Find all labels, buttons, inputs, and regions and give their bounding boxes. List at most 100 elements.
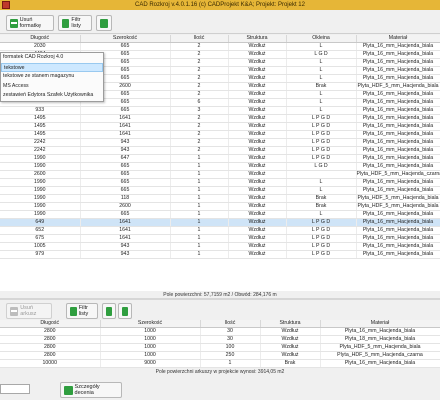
- splitter[interactable]: [0, 298, 440, 300]
- table-cell: Plyta_16_mm_Hacjenda_biala: [356, 66, 440, 75]
- table-row[interactable]: 1990 665 1 Wzdłuż L Plyta_16_mm_Hacjenda_bial…: [0, 210, 440, 219]
- table-row[interactable]: 1990 118 1 Wzdłuż Brak Plyta_HDF_5_mm_Hacjend…: [0, 194, 440, 203]
- table-cell: Plyta_16_mm_Hacjenda_biala: [356, 122, 440, 131]
- delete-formatka-button[interactable]: Usuń formatkę: [6, 15, 54, 31]
- table-cell: Plyta_16_mm_Hacjenda_biala: [356, 58, 440, 67]
- table-row[interactable]: 1495 1641 2 Wzdłuż L P G D Plyta_16_mm_Hacjen…: [0, 114, 440, 123]
- menu-item-edytor-szafek[interactable]: zestawień Edytora Szafek Użytkownika: [1, 91, 103, 101]
- table-cell: 943: [80, 242, 171, 251]
- col-szerokosc[interactable]: Szerokość: [100, 320, 201, 328]
- col-struktura[interactable]: Struktura: [260, 320, 321, 328]
- table-row[interactable]: 2242 943 2 Wzdłuż L P G D Plyta_16_mm_Hacjend…: [0, 146, 440, 155]
- table-row[interactable]: 933 665 3 Wzdłuż L Plyta_16_mm_Hacjenda_biala: [0, 106, 440, 115]
- menu-item-cad-rozkroj[interactable]: formatek CAD Rozkroj 4.0: [1, 53, 103, 63]
- table-cell: 2: [170, 50, 229, 59]
- table-row[interactable]: 1495 1641 2 Wzdłuż L P G D Plyta_16_mm_Hacjen…: [0, 122, 440, 131]
- table-cell: Wzdłuż: [228, 250, 287, 259]
- table-row[interactable]: 2800 1000 100 Wzdłuż Plyta_HDF_5_mm_Hacjenda…: [0, 343, 440, 352]
- table-cell: Wzdłuż: [228, 82, 287, 91]
- table-cell: Brak: [260, 359, 321, 368]
- number-input[interactable]: [0, 384, 30, 394]
- table-cell: Wzdłuż: [228, 210, 287, 219]
- export-sheets-button[interactable]: [102, 303, 116, 319]
- table-cell: L: [286, 178, 357, 187]
- table-cell: L: [286, 42, 357, 51]
- col-ilosc[interactable]: Ilość: [200, 320, 261, 328]
- table-cell: Wzdłuż: [260, 351, 321, 360]
- table-cell: 1641: [80, 234, 171, 243]
- filter-list-button[interactable]: Filtr listy: [58, 15, 92, 31]
- table-header: Długość Szerokość Ilość Struktura Oklein…: [0, 35, 440, 43]
- table-cell: 30: [200, 335, 261, 344]
- table-row[interactable]: 1990 665 1 Wzdłuż L G D Plyta_16_mm_Hacjenda_…: [0, 162, 440, 171]
- export-icon: [106, 306, 112, 316]
- table-row[interactable]: 2800 1000 30 Wzdłuż Plyta_18_mm_Hacjenda_bia…: [0, 335, 440, 344]
- table-row[interactable]: 2242 943 2 Wzdłuż L P G D Plyta_16_mm_Hacjend…: [0, 138, 440, 147]
- table-cell: Plyta_16_mm_Hacjenda_biala: [356, 210, 440, 219]
- table-cell: L G D: [286, 162, 357, 171]
- table-cell: L: [286, 58, 357, 67]
- table-cell: Plyta_16_mm_Hacjenda_biala: [356, 114, 440, 123]
- col-okleina[interactable]: Okleina: [286, 35, 357, 43]
- col-dlugosc[interactable]: Długość: [0, 35, 81, 43]
- export-button[interactable]: [96, 15, 112, 31]
- table-cell: L: [286, 66, 357, 75]
- table-row[interactable]: 1990 665 1 Wzdłuż L Plyta_16_mm_Hacjenda_bial…: [0, 178, 440, 187]
- table-cell: Wzdłuż: [260, 343, 321, 352]
- col-ilosc[interactable]: Ilość: [170, 35, 229, 43]
- table-cell: Plyta_HDF_5_mm_Hacjenda_biala: [356, 202, 440, 211]
- table-row[interactable]: 649 1641 1 Wzdłuż L P G D Plyta_16_mm_Hacjend…: [0, 218, 440, 227]
- table-row[interactable]: 2600 665 1 Wzdłuż Plyta_HDF_5_mm_Hacjenda_cz…: [0, 170, 440, 179]
- table-row[interactable]: 2030 665 2 Wzdłuż L Plyta_16_mm_Hacjenda_bial…: [0, 42, 440, 51]
- table-cell: 118: [80, 194, 171, 203]
- menu-item-tekstowe-magazyn[interactable]: tekstowe ze stanem magazynu: [1, 72, 103, 82]
- details-icon: [64, 385, 73, 395]
- table-row[interactable]: 1990 665 1 Wzdłuż L Plyta_16_mm_Hacjenda_bial…: [0, 186, 440, 195]
- table-row[interactable]: 1990 2600 1 Wzdłuż Brak Plyta_HDF_5_mm_Hacjen…: [0, 202, 440, 211]
- table-cell: Wzdłuż: [228, 42, 287, 51]
- table-row[interactable]: 2800 1000 250 Wzdłuż Plyta_HDF_5_mm_Hacjenda…: [0, 351, 440, 360]
- col-dlugosc[interactable]: Długość: [0, 320, 101, 328]
- table-cell: 100: [200, 343, 261, 352]
- table-cell: 2242: [0, 146, 81, 155]
- table-cell: L P G D: [286, 242, 357, 251]
- table-cell: Plyta_16_mm_Hacjenda_biala: [356, 90, 440, 99]
- menu-item-ms-access[interactable]: MS Access: [1, 82, 103, 92]
- table-cell: Plyta_HDF_5_mm_Hacjenda_biala: [356, 194, 440, 203]
- table-cell: 1: [170, 242, 229, 251]
- filter-icon: [62, 18, 70, 28]
- col-szerokosc[interactable]: Szerokość: [80, 35, 171, 43]
- table-row[interactable]: 675 1641 1 Wzdłuż L P G D Plyta_16_mm_Hacjend…: [0, 234, 440, 243]
- details-button[interactable]: Szczegóły decenia: [60, 382, 122, 398]
- table-cell: 1990: [0, 194, 81, 203]
- table-cell: L: [286, 186, 357, 195]
- table-row[interactable]: 979 943 1 Wzdłuż L P G D Plyta_16_mm_Hacjenda…: [0, 250, 440, 259]
- table-cell: Plyta_16_mm_Hacjenda_biala: [356, 218, 440, 227]
- col-material[interactable]: Materiał: [356, 35, 440, 43]
- table-cell: 2242: [0, 138, 81, 147]
- table-row[interactable]: 2800 1000 30 Wzdłuż Plyta_16_mm_Hacjenda_bia…: [0, 327, 440, 336]
- table-cell: Plyta_16_mm_Hacjenda_biala: [356, 234, 440, 243]
- table-row[interactable]: 1495 1641 2 Wzdłuż L P G D Plyta_16_mm_Hacjen…: [0, 130, 440, 139]
- table-cell: 1: [170, 234, 229, 243]
- table-cell: L P G D: [286, 226, 357, 235]
- refresh-sheets-button[interactable]: [118, 303, 132, 319]
- table-row[interactable]: 1005 943 1 Wzdłuż L P G D Plyta_16_mm_Hacjend…: [0, 242, 440, 251]
- table-row[interactable]: 1990 647 1 Wzdłuż L P G D Plyta_16_mm_Hacjend…: [0, 154, 440, 163]
- delete-sheet-button[interactable]: Usuń arkusz: [6, 303, 52, 319]
- table-row[interactable]: 10000 9000 1 Brak Plyta_16_mm_Hacjenda_biala: [0, 359, 440, 368]
- table-cell: 1495: [0, 114, 81, 123]
- table-cell: Plyta_HDF_5_mm_Hacjenda_czarna: [356, 170, 440, 179]
- table-cell: 2800: [0, 327, 101, 336]
- table-cell: 1: [170, 154, 229, 163]
- filter-sheets-button[interactable]: Filtr listy: [66, 303, 98, 319]
- menu-item-tekstowe[interactable]: tekstowe: [1, 62, 103, 72]
- col-struktura[interactable]: Struktura: [228, 35, 287, 43]
- table-cell: L P G D: [286, 130, 357, 139]
- table-cell: 665: [80, 178, 171, 187]
- table-row[interactable]: 652 1641 1 Wzdłuż L P G D Plyta_16_mm_Hacjend…: [0, 226, 440, 235]
- table-cell: Wzdłuż: [228, 146, 287, 155]
- col-material[interactable]: Materiał: [320, 320, 440, 328]
- table-cell: 2600: [0, 170, 81, 179]
- table-cell: Wzdłuż: [228, 130, 287, 139]
